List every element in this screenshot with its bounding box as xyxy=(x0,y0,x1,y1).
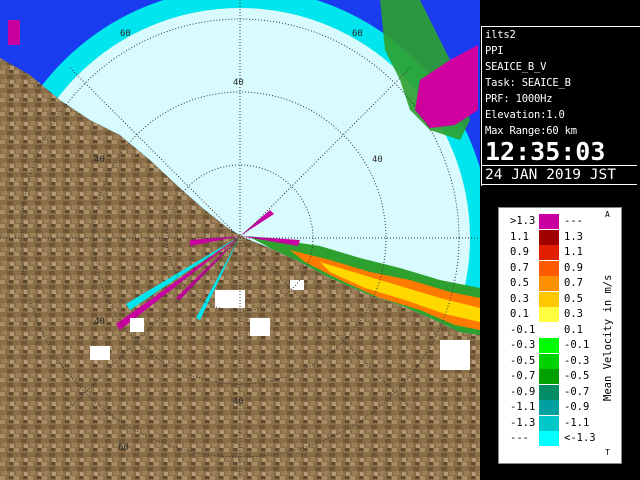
info-panel: ilts2 PPI SEAICE_B_V Task: SEAICE_B PRF:… xyxy=(481,26,640,186)
legend-upper-bound: -0.1 xyxy=(564,339,590,351)
legend-row: 0.9 1.1 xyxy=(499,245,599,260)
legend-color-swatch xyxy=(539,276,559,291)
legend-row: -0.7 -0.5 xyxy=(499,369,599,384)
legend-color-swatch xyxy=(539,338,559,353)
legend-row: -1.1 -0.9 xyxy=(499,400,599,415)
legend-lower-bound: 0.5 xyxy=(510,277,529,289)
legend-upper-bound: <-1.3 xyxy=(564,432,596,444)
legend-color-swatch xyxy=(539,214,559,229)
legend-upper-bound: 0.5 xyxy=(564,292,583,305)
legend-upper-bound: 0.3 xyxy=(564,308,583,320)
legend-lower-bound: -1.1 xyxy=(510,401,536,413)
legend-row: -0.1 0.1 xyxy=(499,322,599,338)
legend-lower-bound: -0.5 xyxy=(510,354,536,367)
scan-mode: PPI xyxy=(485,45,504,57)
legend-row: -1.3 -1.1 xyxy=(499,415,599,431)
legend-title: Mean Velocity in m/s xyxy=(602,274,614,402)
legend-row: -0.9 -0.7 xyxy=(499,384,599,400)
legend-upper-bound: -0.7 xyxy=(564,385,590,398)
legend-lower-bound: --- xyxy=(510,432,529,444)
velocity-legend: >1.3 --- 1.1 1.3 0.9 1.1 0.7 0.9 0.5 0.7 0.3 0.5 0.1… xyxy=(498,207,622,464)
legend-row: 1.1 1.3 xyxy=(499,229,599,245)
legend-row: 0.3 0.5 xyxy=(499,291,599,307)
legend-lower-bound: 0.3 xyxy=(510,292,529,305)
legend-lower-bound: -0.1 xyxy=(510,323,536,336)
legend-color-swatch xyxy=(539,260,559,276)
ring-label-40-w: 40 xyxy=(94,155,105,165)
legend-lower-bound: >1.3 xyxy=(510,215,536,227)
elevation-value: Elevation:1.0 xyxy=(485,109,565,121)
legend-color-swatch xyxy=(539,353,559,369)
legend-row: >1.3 --- xyxy=(499,214,599,229)
ring-label-60-ne: 60 xyxy=(352,29,363,39)
radar-image: 60 60 40 40 40 40 40 60 xyxy=(0,0,480,480)
legend-upper-bound: -0.5 xyxy=(564,370,590,382)
legend-color-swatch xyxy=(539,431,559,446)
station-name: ilts2 xyxy=(485,29,516,41)
legend-upper-bound: -0.9 xyxy=(564,401,590,413)
legend-upper-bound: 1.1 xyxy=(564,246,583,258)
legend-row: 0.7 0.9 xyxy=(499,260,599,276)
observation-date: 24 JAN 2019 JST xyxy=(482,165,637,185)
observation-time: 12:35:03 xyxy=(485,137,606,166)
legend-upper-bound: 0.9 xyxy=(564,261,583,274)
legend-color-swatch xyxy=(539,307,559,322)
legend-lower-bound: -0.9 xyxy=(510,385,536,398)
ring-label-60-nw: 60 xyxy=(120,29,131,39)
task-name: Task: SEAICE_B xyxy=(485,77,571,89)
legend-color-swatch xyxy=(539,322,559,338)
legend-row: -0.5 -0.3 xyxy=(499,353,599,369)
nw-echo-magenta xyxy=(8,20,20,45)
legend-upper-bound: -0.3 xyxy=(564,354,590,367)
ring-label-40-s: 40 xyxy=(233,397,244,407)
legend-upper-bound: 0.7 xyxy=(564,277,583,289)
legend-upper-bound: 0.1 xyxy=(564,323,583,336)
radar-ppi-display: 60 60 40 40 40 40 40 60 xyxy=(0,0,480,480)
legend-color-swatch xyxy=(539,291,559,307)
ring-label-60-sw: 60 xyxy=(118,443,129,453)
legend-row: 0.5 0.7 xyxy=(499,276,599,291)
legend-lower-bound: 0.7 xyxy=(510,261,529,274)
legend-color-swatch xyxy=(539,384,559,400)
legend-top-mark: A xyxy=(605,210,610,219)
legend-upper-bound: -1.1 xyxy=(564,416,590,429)
legend-color-swatch xyxy=(539,245,559,260)
legend-color-swatch xyxy=(539,415,559,431)
legend-row: 0.1 0.3 xyxy=(499,307,599,322)
legend-upper-bound: 1.3 xyxy=(564,230,583,243)
ring-label-40-e: 40 xyxy=(372,155,383,165)
legend-lower-bound: -1.3 xyxy=(510,416,536,429)
legend-row: -0.3 -0.1 xyxy=(499,338,599,353)
legend-color-swatch xyxy=(539,400,559,415)
legend-lower-bound: 0.9 xyxy=(510,246,529,258)
product-name: SEAICE_B_V xyxy=(485,61,547,73)
legend-color-swatch xyxy=(539,369,559,384)
prf-value: PRF: 1000Hz xyxy=(485,93,553,105)
legend-lower-bound: 1.1 xyxy=(510,230,529,243)
legend-upper-bound: --- xyxy=(564,215,583,227)
legend-color-swatch xyxy=(539,229,559,245)
legend-lower-bound: -0.7 xyxy=(510,370,536,382)
legend-lower-bound: 0.1 xyxy=(510,308,529,320)
ring-label-40-n: 40 xyxy=(233,78,244,88)
ring-label-40-sw: 40 xyxy=(94,317,105,327)
legend-bottom-mark: T xyxy=(605,448,610,457)
legend-lower-bound: -0.3 xyxy=(510,339,536,351)
legend-row: --- <-1.3 xyxy=(499,431,599,446)
